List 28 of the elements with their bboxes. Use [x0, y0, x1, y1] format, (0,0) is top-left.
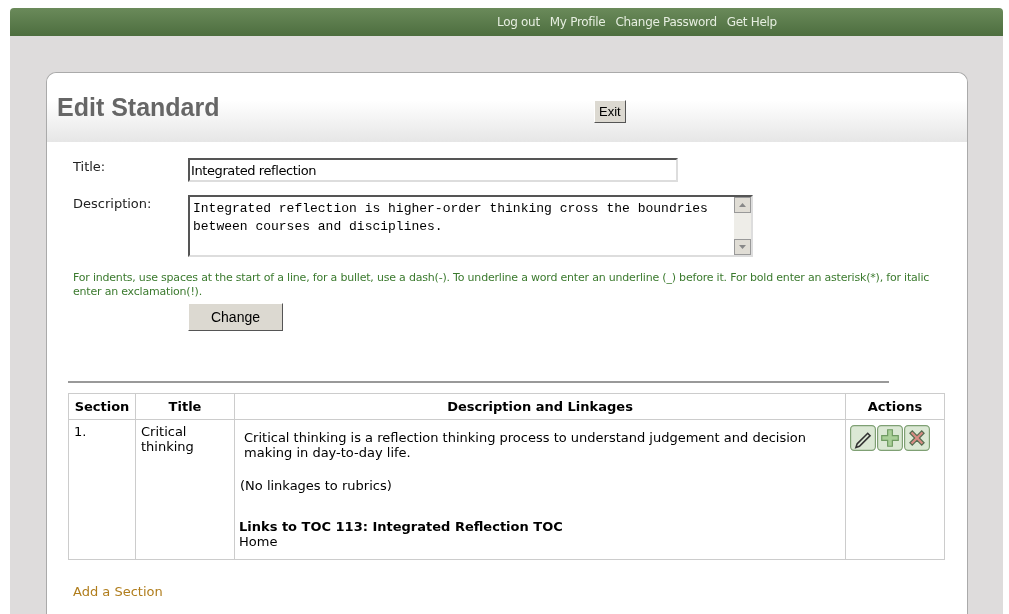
scroll-up-icon[interactable]	[734, 197, 751, 213]
scrollbar[interactable]	[734, 197, 751, 255]
section-description: Critical thinking is a reflection thinking process to understand judgement and decision making in day-to-day life.	[244, 430, 807, 460]
top-link[interactable]: Get Help	[726, 15, 777, 29]
title-field[interactable]: Integrated reflection	[188, 158, 678, 182]
section-number: 1.	[68, 419, 136, 560]
change-button[interactable]: Change	[188, 303, 283, 331]
links-item: Home	[239, 534, 279, 549]
formatting-hint: For indents, use spaces at the start of a line, for a bullet, use a dash(-). To underline a word enter an underline (_) before it. For bold enter an asterisk(*), for italic enter an exclamation(!).	[73, 271, 931, 299]
column-header: Section	[68, 393, 136, 420]
page-title: Edit Standard	[57, 93, 221, 122]
top-link[interactable]: Log out	[497, 15, 540, 29]
section-title: Critical thinking	[135, 419, 235, 560]
pencil-icon[interactable]	[850, 425, 876, 451]
field-label: Description:	[73, 195, 153, 211]
delete-icon[interactable]	[904, 425, 930, 451]
top-link[interactable]: My Profile	[549, 15, 606, 29]
column-header: Description and Linkages	[234, 393, 846, 420]
scroll-down-icon[interactable]	[734, 239, 751, 255]
exit-button[interactable]: Exit	[594, 100, 626, 123]
top-link[interactable]: Change Password	[615, 15, 717, 29]
links-heading: Links to TOC 113: Integrated Reflection TOC	[239, 519, 564, 534]
field-label: Title:	[73, 158, 107, 174]
linkages-note: (No linkages to rubrics)	[240, 478, 393, 493]
add-section-link[interactable]: Add a Section	[73, 584, 163, 599]
description-field[interactable]: Integrated reflection is higher-order thinking cross the boundries between courses and disciplines.	[188, 195, 753, 257]
column-header: Title	[135, 393, 235, 420]
column-header: Actions	[845, 393, 945, 420]
